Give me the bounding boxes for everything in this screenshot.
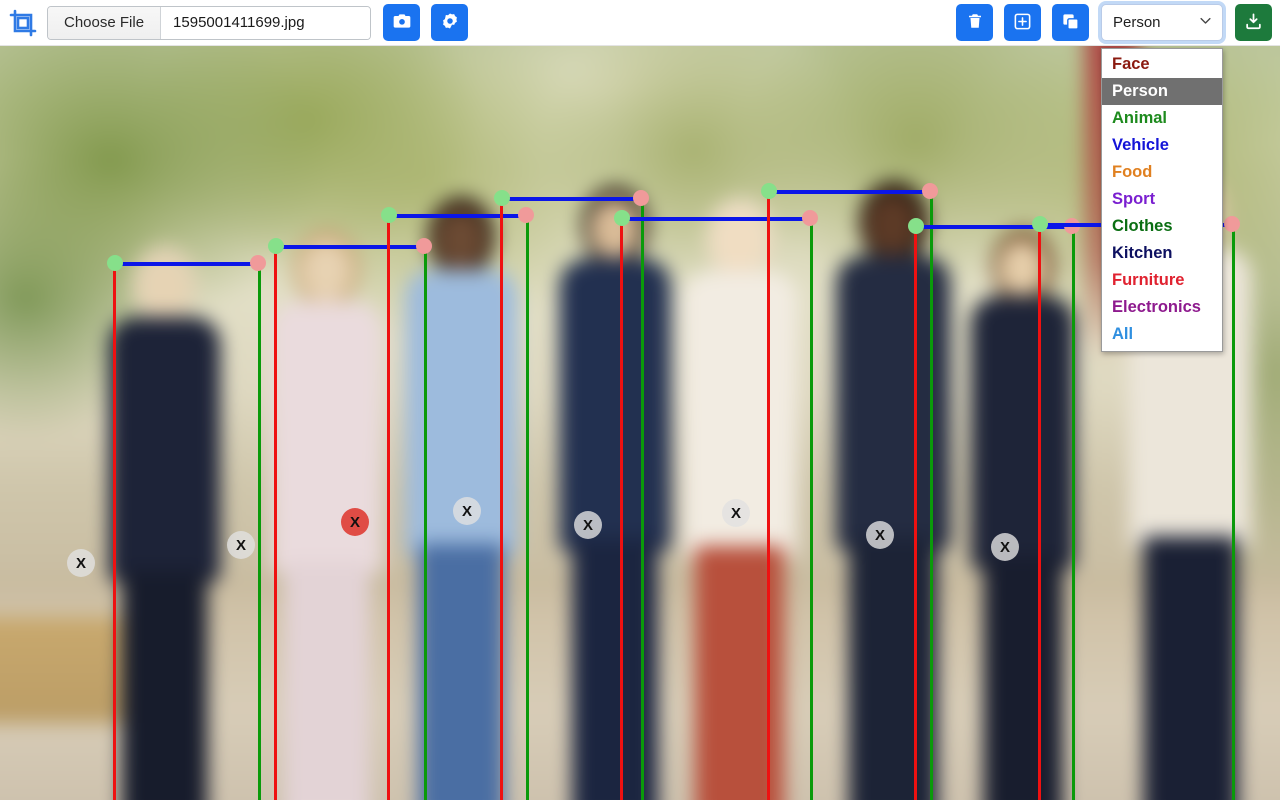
top-toolbar: Choose File 1595001411699.jpg Person Fac… — [0, 0, 1280, 352]
selected-file-name: 1595001411699.jpg — [161, 6, 371, 39]
chevron-down-icon — [1198, 13, 1213, 32]
add-box-button[interactable] — [1004, 4, 1041, 41]
box-handle-top-left[interactable] — [1032, 216, 1048, 232]
box-left-edge[interactable] — [500, 197, 503, 800]
box-handle-top-right[interactable] — [416, 238, 432, 254]
box-right-edge[interactable] — [930, 190, 933, 800]
class-option-face[interactable]: Face — [1102, 51, 1222, 78]
class-option-kitchen[interactable]: Kitchen — [1102, 240, 1222, 267]
class-select-dropdown[interactable]: Face Person Animal Vehicle Food Sport Clothes K… — [1101, 48, 1223, 352]
class-option-clothes[interactable]: Clothes — [1102, 213, 1222, 240]
download-icon — [1244, 12, 1263, 34]
box-handle-top-left[interactable] — [107, 255, 123, 271]
box-top-edge[interactable] — [113, 262, 258, 266]
box-handle-top-right[interactable] — [518, 207, 534, 223]
settings-button[interactable] — [431, 4, 469, 41]
class-option-person[interactable]: Person — [1102, 78, 1222, 105]
duplicate-button[interactable] — [1052, 4, 1089, 41]
class-select-value: Person — [1113, 14, 1161, 31]
box-right-edge[interactable] — [1072, 225, 1075, 800]
box-left-edge[interactable] — [767, 190, 770, 800]
box-delete-button[interactable]: X — [722, 499, 750, 527]
gear-icon — [440, 11, 460, 34]
box-handle-top-left[interactable] — [908, 218, 924, 234]
box-left-edge[interactable] — [1038, 223, 1041, 800]
choose-file-button[interactable]: Choose File — [48, 6, 162, 39]
delete-button[interactable] — [956, 4, 993, 41]
copy-icon — [1061, 12, 1080, 34]
box-top-edge[interactable] — [767, 190, 930, 194]
box-handle-top-left[interactable] — [761, 183, 777, 199]
box-handle-top-right[interactable] — [1224, 216, 1240, 232]
box-delete-button[interactable]: X — [574, 511, 602, 539]
crop-frame-icon — [8, 8, 38, 38]
box-right-edge[interactable] — [258, 262, 261, 800]
box-right-edge[interactable] — [526, 214, 529, 800]
box-left-edge[interactable] — [620, 217, 623, 800]
box-delete-button[interactable]: X — [67, 549, 95, 577]
class-option-sport[interactable]: Sport — [1102, 186, 1222, 213]
class-option-electronics[interactable]: Electronics — [1102, 294, 1222, 321]
box-left-edge[interactable] — [274, 245, 277, 800]
file-input-control[interactable]: Choose File 1595001411699.jpg — [47, 5, 372, 40]
class-select-wrapper: Person Face Person Animal Vehicle Food Sport C… — [1101, 4, 1223, 352]
camera-icon — [392, 11, 412, 34]
box-right-edge[interactable] — [1232, 223, 1235, 800]
class-option-animal[interactable]: Animal — [1102, 105, 1222, 132]
box-handle-top-right[interactable] — [250, 255, 266, 271]
class-select[interactable]: Person — [1101, 4, 1223, 41]
box-handle-top-right[interactable] — [633, 190, 649, 206]
box-top-edge[interactable] — [387, 214, 526, 218]
box-handle-top-left[interactable] — [381, 207, 397, 223]
box-delete-button[interactable]: X — [227, 531, 255, 559]
box-handle-top-left[interactable] — [614, 210, 630, 226]
download-button[interactable] — [1235, 4, 1272, 41]
box-handle-top-left[interactable] — [268, 238, 284, 254]
box-delete-button[interactable]: X — [453, 497, 481, 525]
box-right-edge[interactable] — [641, 197, 644, 800]
class-option-furniture[interactable]: Furniture — [1102, 267, 1222, 294]
box-right-edge[interactable] — [810, 217, 813, 800]
box-handle-top-right[interactable] — [802, 210, 818, 226]
box-top-edge[interactable] — [500, 197, 641, 201]
box-delete-button[interactable]: X — [991, 533, 1019, 561]
box-delete-button[interactable]: X — [341, 508, 369, 536]
trash-icon — [966, 12, 984, 33]
annotation-canvas[interactable]: X X X X X X X X — [0, 46, 1280, 800]
plus-square-icon — [1013, 12, 1032, 34]
box-top-edge[interactable] — [274, 245, 424, 249]
class-option-all[interactable]: All — [1102, 321, 1222, 348]
box-left-edge[interactable] — [387, 214, 390, 800]
capture-button[interactable] — [383, 4, 421, 41]
box-delete-button[interactable]: X — [866, 521, 894, 549]
box-left-edge[interactable] — [113, 262, 116, 800]
box-top-edge[interactable] — [620, 217, 810, 221]
box-handle-top-right[interactable] — [922, 183, 938, 199]
box-right-edge[interactable] — [424, 245, 427, 800]
box-left-edge[interactable] — [914, 225, 917, 800]
class-option-food[interactable]: Food — [1102, 159, 1222, 186]
bounding-box-overlay[interactable]: X X X X X X X X — [0, 46, 1280, 800]
box-handle-top-left[interactable] — [494, 190, 510, 206]
class-option-vehicle[interactable]: Vehicle — [1102, 132, 1222, 159]
